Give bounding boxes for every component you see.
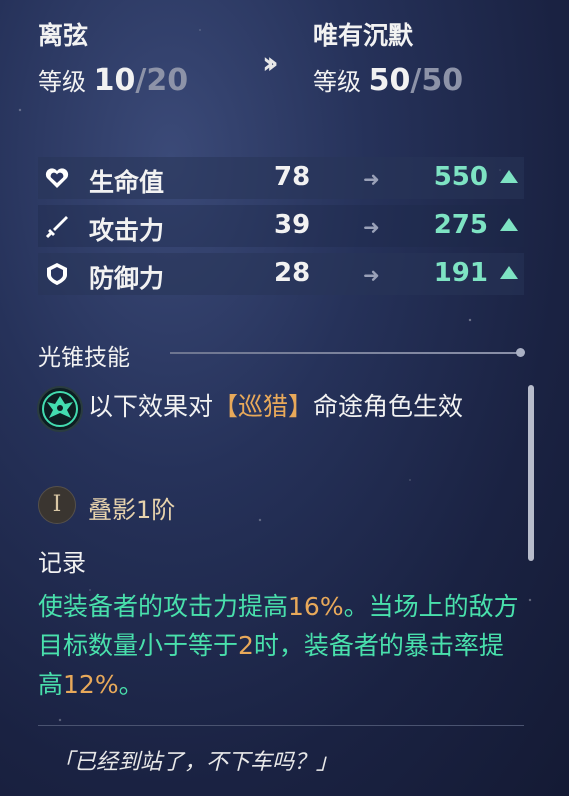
stat-new-value: 191 [433, 258, 488, 288]
record-title: 记录 [38, 549, 86, 577]
stat-row-hp: 生命值 78 ➜ 550 [38, 157, 524, 199]
desc-value: 2 [238, 631, 254, 660]
arrow-right-icon: ➜ [363, 167, 380, 191]
shield-icon [47, 263, 67, 285]
heart-icon [45, 168, 69, 188]
effect-suffix: 命途角色生效 [313, 392, 464, 421]
effect-prefix: 以下效果对 [88, 392, 214, 421]
section-divider [170, 352, 518, 354]
stat-old-value: 39 [274, 210, 311, 240]
target-level-label: 等级 [313, 68, 361, 96]
desc-value: 12% [63, 670, 119, 699]
stat-new-value: 550 [433, 162, 488, 192]
divider-dot [516, 348, 525, 357]
target-lightcone-name: 唯有沉默 [313, 21, 414, 50]
target-level-sep: / [410, 63, 422, 98]
quote-divider [38, 725, 524, 726]
stat-new-value: 275 [433, 210, 488, 240]
arrow-right-icon: ➜ [363, 215, 380, 239]
effect-path-name: 【巡猎】 [213, 392, 314, 421]
increase-triangle-icon [500, 266, 518, 279]
double-chevron-right-icon: ›› [262, 46, 278, 81]
superimpose-rank-text: 叠影1阶 [88, 496, 176, 524]
stat-label: 防御力 [89, 264, 165, 293]
increase-triangle-icon [500, 218, 518, 231]
flavor-quote: 「已经到站了，不下车吗？」 [52, 750, 339, 775]
stat-old-value: 28 [274, 258, 311, 288]
increase-triangle-icon [500, 170, 518, 183]
desc-part: 。 [118, 670, 144, 699]
current-level-max: 20 [146, 63, 189, 98]
superimpose-rank-badge: I [38, 486, 76, 524]
target-level-value: 50 [368, 63, 411, 98]
current-level-value: 10 [93, 63, 136, 98]
current-level-label: 等级 [38, 68, 86, 96]
stat-label: 攻击力 [89, 216, 165, 245]
desc-value: 16% [288, 592, 344, 621]
current-level-sep: / [135, 63, 147, 98]
stat-old-value: 78 [274, 162, 311, 192]
skill-section-title: 光锥技能 [38, 345, 130, 371]
arrow-right-icon: ➜ [363, 263, 380, 287]
hunt-path-icon [37, 386, 83, 432]
desc-part: 使装备者的攻击力提高 [38, 592, 289, 621]
current-level: 等级 10/20 [38, 62, 188, 98]
target-level: 等级 50/50 [313, 62, 463, 98]
sword-icon [45, 216, 68, 239]
stat-row-def: 防御力 28 ➜ 191 [38, 253, 524, 295]
stat-label: 生命值 [89, 168, 165, 197]
skill-effect-text: 以下效果对【巡猎】命途角色生效 [88, 388, 558, 426]
target-level-max: 50 [421, 63, 464, 98]
stat-row-atk: 攻击力 39 ➜ 275 [38, 205, 524, 247]
current-lightcone-name: 离弦 [38, 21, 89, 50]
record-description: 使装备者的攻击力提高16%。当场上的敌方目标数量小于等于2时，装备者的暴击率提高… [38, 587, 524, 704]
